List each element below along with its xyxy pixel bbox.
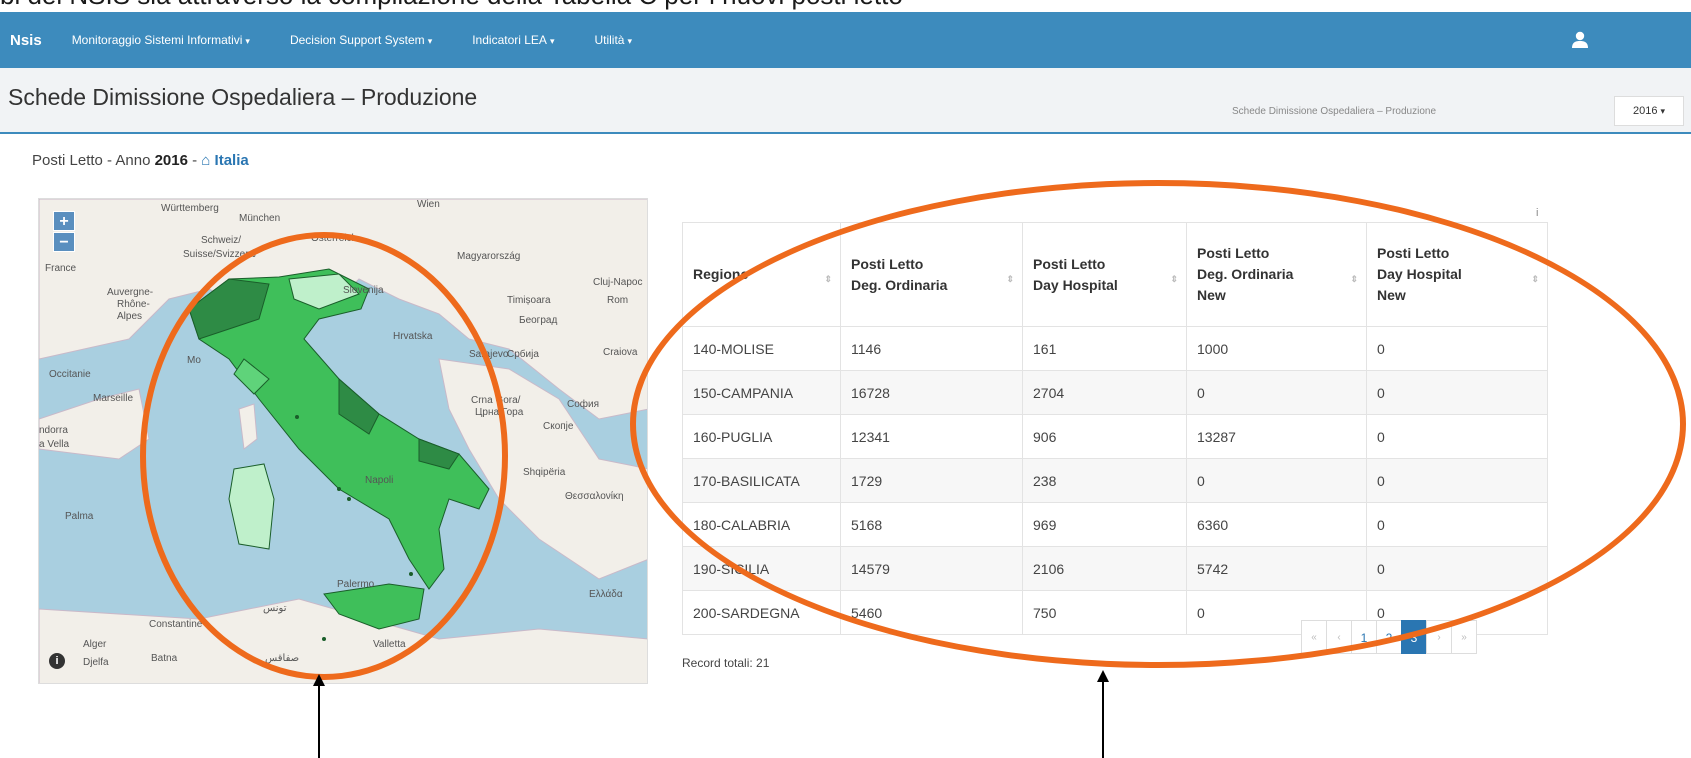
page-title: Schede Dimissione Ospedaliera – Produzio… <box>8 84 478 110</box>
map-label: Auvergne- <box>107 287 154 298</box>
section-title-separator: - <box>187 152 202 169</box>
nav-indicatori-lea-label: Indicatori LEA <box>472 33 547 47</box>
map-label: Rom <box>607 295 629 306</box>
map-label: Constantine <box>149 619 203 630</box>
map-label: Djelfa <box>83 657 109 668</box>
breadcrumb[interactable]: Schede Dimissione Ospedaliera – Produzio… <box>1232 106 1436 117</box>
map-info-icon[interactable]: i <box>49 653 65 669</box>
nav-utilita[interactable]: Utilità ▾ <box>594 33 632 47</box>
chevron-down-icon: ▾ <box>427 36 433 46</box>
chevron-down-icon: ▾ <box>1660 105 1665 116</box>
nav-decision-support[interactable]: Decision Support System ▾ <box>290 33 432 47</box>
map-arrow-head <box>313 674 325 686</box>
nav-decision-support-label: Decision Support System <box>289 33 425 47</box>
nav-indicatori-lea[interactable]: Indicatori LEA ▾ <box>472 33 554 47</box>
section-title: Posti Letto - Anno 2016 - ⌂ Italia <box>32 152 249 169</box>
home-icon: ⌂ <box>201 152 215 169</box>
map-label: Craiova <box>603 347 638 358</box>
zoom-out-button[interactable]: − <box>53 232 75 252</box>
map-label: Magyarország <box>457 251 521 262</box>
map-label: Скопје <box>543 421 574 432</box>
map-label: France <box>45 263 77 274</box>
nav-monitoraggio-label: Monitoraggio Sistemi Informativi <box>71 33 243 47</box>
italia-link[interactable]: ⌂ Italia <box>201 152 248 169</box>
map-label: Ελλάδα <box>589 589 623 600</box>
section-title-prefix: Posti Letto - Anno <box>32 152 155 169</box>
map-label: София <box>567 399 600 410</box>
map-label: Shqipëria <box>523 467 566 478</box>
map-label: Београд <box>519 315 558 326</box>
section-title-year: 2016 <box>154 152 188 169</box>
chevron-down-icon: ▾ <box>245 36 250 46</box>
zoom-in-button[interactable]: + <box>53 211 75 231</box>
section-subheader: Posti Letto - Anno 2016 - ⌂ Italia <box>0 136 1691 196</box>
user-icon[interactable] <box>1570 30 1590 50</box>
map-label: a Vella <box>39 439 70 450</box>
map-label: Timișoara <box>507 295 551 306</box>
map-label: Occitanie <box>49 369 91 380</box>
map-label: Batna <box>151 653 178 664</box>
map-label: Alpes <box>117 311 143 322</box>
table-highlight-circle <box>630 180 1686 668</box>
map-label: Alger <box>83 639 107 650</box>
map-arrow <box>318 684 320 758</box>
table-arrow-head <box>1097 670 1109 682</box>
map-label: ndorra <box>39 425 68 436</box>
year-select[interactable]: 2016 ▾ <box>1614 96 1684 126</box>
top-navbar: Nsis Monitoraggio Sistemi Informativi ▾ D… <box>0 12 1691 68</box>
chevron-down-icon: ▾ <box>627 36 633 46</box>
record-total: Record totali: 21 <box>682 656 770 670</box>
year-select-value: 2016 <box>1632 105 1658 117</box>
map-label: Württemberg <box>161 203 219 214</box>
map-label: Rhône- <box>117 299 150 310</box>
map-label: Schweiz/ <box>201 235 242 246</box>
brand-logo[interactable]: Nsis <box>10 32 42 49</box>
map-label: Србија <box>507 349 539 360</box>
map-label: München <box>239 213 281 224</box>
nav-monitoraggio[interactable]: Monitoraggio Sistemi Informativi ▾ <box>72 33 250 47</box>
map-label: Palma <box>65 511 94 522</box>
slide-caption-text: bi del NSIS sia attraverso la compilazio… <box>0 0 903 11</box>
table-arrow <box>1102 680 1104 758</box>
chevron-down-icon: ▾ <box>549 36 555 46</box>
italia-link-label: Italia <box>214 152 249 169</box>
page-header: Schede Dimissione Ospedaliera – Produzio… <box>0 68 1691 134</box>
nav-utilita-label: Utilità <box>594 33 625 47</box>
map-highlight-circle <box>140 232 508 680</box>
map-label: Marseille <box>93 393 134 404</box>
map-label: Cluj-Napoc <box>593 277 643 288</box>
map-label: Θεσσαλονίκη <box>565 491 624 502</box>
map-label: Wien <box>417 199 440 210</box>
table-info-icon[interactable]: i <box>1536 207 1538 219</box>
slide-caption: bi del NSIS sia attraverso la compilazio… <box>0 0 1691 12</box>
